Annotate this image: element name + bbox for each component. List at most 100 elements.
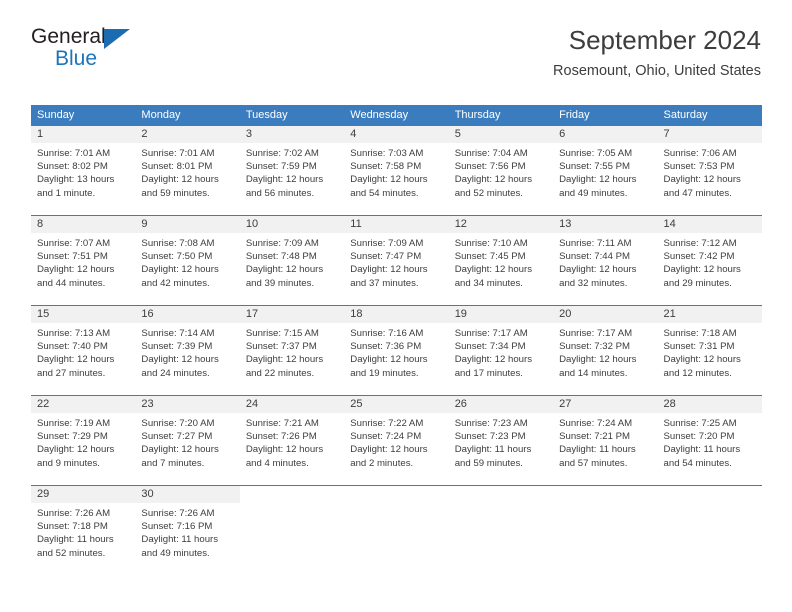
day-cell[interactable]: 30 Sunrise: 7:26 AM Sunset: 7:16 PM Dayl… — [135, 486, 240, 575]
day-number: 25 — [350, 398, 363, 410]
day-number: 8 — [37, 218, 44, 230]
day-cell[interactable]: 22 Sunrise: 7:19 AM Sunset: 7:29 PM Dayl… — [31, 396, 136, 485]
daylight-text-line2: and 29 minutes. — [663, 277, 732, 289]
day-details: Sunrise: 7:09 AM Sunset: 7:47 PM Dayligh… — [344, 233, 448, 290]
day-cell[interactable]: 12 Sunrise: 7:10 AM Sunset: 7:45 PM Dayl… — [448, 216, 554, 305]
logo-triangle-icon — [104, 29, 130, 49]
day-cell[interactable]: 26 Sunrise: 7:23 AM Sunset: 7:23 PM Dayl… — [448, 396, 554, 485]
sunset-text: Sunset: 7:45 PM — [454, 251, 526, 263]
day-details: Sunrise: 7:21 AM Sunset: 7:26 PM Dayligh… — [240, 413, 344, 470]
daylight-text-line2: and 49 minutes. — [141, 547, 210, 559]
day-cell[interactable]: 4 Sunrise: 7:03 AM Sunset: 7:58 PM Dayli… — [344, 126, 449, 215]
day-number: 30 — [141, 488, 154, 500]
day-cell[interactable]: 10 Sunrise: 7:09 AM Sunset: 7:48 PM Dayl… — [239, 216, 345, 305]
day-number-band: 15 — [31, 306, 136, 323]
daylight-text-line2: and 47 minutes. — [663, 187, 732, 199]
sunset-text: Sunset: 7:36 PM — [350, 341, 422, 353]
sunset-text: Sunset: 7:27 PM — [141, 431, 213, 443]
day-cell[interactable]: 25 Sunrise: 7:22 AM Sunset: 7:24 PM Dayl… — [344, 396, 449, 485]
sunset-text: Sunset: 7:40 PM — [37, 341, 108, 353]
day-cell[interactable]: 13 Sunrise: 7:11 AM Sunset: 7:44 PM Dayl… — [553, 216, 658, 305]
daylight-text-line2: and 57 minutes. — [559, 457, 628, 469]
daylight-text-line1: Daylight: 12 hours — [454, 354, 533, 366]
day-details: Sunrise: 7:01 AM Sunset: 8:02 PM Dayligh… — [31, 143, 135, 200]
day-details: Sunrise: 7:13 AM Sunset: 7:40 PM Dayligh… — [31, 323, 135, 380]
day-details: Sunrise: 7:24 AM Sunset: 7:21 PM Dayligh… — [553, 413, 657, 470]
daylight-text-line2: and 44 minutes. — [37, 277, 106, 289]
day-cell[interactable]: 8 Sunrise: 7:07 AM Sunset: 7:51 PM Dayli… — [31, 216, 136, 305]
generalblue-logo[interactable]: General Blue — [31, 26, 141, 72]
day-cell[interactable]: 6 Sunrise: 7:05 AM Sunset: 7:55 PM Dayli… — [553, 126, 658, 215]
day-cell[interactable]: 19 Sunrise: 7:17 AM Sunset: 7:34 PM Dayl… — [448, 306, 554, 395]
sunset-text: Sunset: 7:20 PM — [663, 431, 735, 443]
weekday-header-row: Sunday Monday Tuesday Wednesday Thursday… — [31, 105, 762, 125]
day-cell[interactable]: 16 Sunrise: 7:14 AM Sunset: 7:39 PM Dayl… — [135, 306, 240, 395]
daylight-text-line2: and 54 minutes. — [350, 187, 419, 199]
page-header: General Blue September 2024 Rosemount, O… — [0, 0, 792, 79]
day-cell[interactable]: 24 Sunrise: 7:21 AM Sunset: 7:26 PM Dayl… — [239, 396, 345, 485]
daylight-text-line2: and 4 minutes. — [245, 457, 309, 469]
daylight-text-line1: Daylight: 12 hours — [559, 174, 637, 186]
day-cell[interactable]: 9 Sunrise: 7:08 AM Sunset: 7:50 PM Dayli… — [135, 216, 240, 305]
sunrise-text: Sunrise: 7:02 AM — [245, 148, 319, 159]
sunset-text: Sunset: 7:31 PM — [663, 341, 735, 353]
day-cell[interactable]: 1 Sunrise: 7:01 AM Sunset: 8:02 PM Dayli… — [31, 126, 136, 215]
daylight-text-line1: Daylight: 12 hours — [141, 264, 219, 276]
day-cell[interactable]: 20 Sunrise: 7:17 AM Sunset: 7:32 PM Dayl… — [553, 306, 658, 395]
sunrise-text: Sunrise: 7:22 AM — [350, 418, 424, 429]
sunrise-text: Sunrise: 7:25 AM — [663, 418, 737, 429]
day-number-band: 27 — [553, 396, 658, 413]
sunset-text: Sunset: 7:32 PM — [559, 341, 631, 353]
day-cell[interactable]: 14 Sunrise: 7:12 AM Sunset: 7:42 PM Dayl… — [657, 216, 762, 305]
day-number-band — [553, 486, 658, 503]
daylight-text-line2: and 59 minutes. — [454, 457, 523, 469]
day-number: 11 — [350, 218, 362, 230]
day-cell[interactable]: 29 Sunrise: 7:26 AM Sunset: 7:18 PM Dayl… — [31, 486, 136, 575]
daylight-text-line1: Daylight: 11 hours — [663, 444, 741, 456]
daylight-text-line1: Daylight: 12 hours — [350, 444, 428, 456]
daylight-text-line1: Daylight: 12 hours — [141, 354, 219, 366]
day-cell[interactable]: 7 Sunrise: 7:06 AM Sunset: 7:53 PM Dayli… — [657, 126, 762, 215]
day-details: Sunrise: 7:17 AM Sunset: 7:34 PM Dayligh… — [449, 323, 553, 380]
daylight-text-line1: Daylight: 12 hours — [350, 264, 428, 276]
sunrise-text: Sunrise: 7:21 AM — [245, 418, 319, 429]
day-number: 1 — [37, 128, 44, 140]
sunrise-text: Sunrise: 7:05 AM — [559, 148, 633, 159]
day-cell[interactable]: 23 Sunrise: 7:20 AM Sunset: 7:27 PM Dayl… — [135, 396, 240, 485]
sunrise-text: Sunrise: 7:26 AM — [37, 508, 111, 519]
day-cell[interactable]: 3 Sunrise: 7:02 AM Sunset: 7:59 PM Dayli… — [239, 126, 345, 215]
daylight-text-line1: Daylight: 11 hours — [37, 534, 114, 546]
sunset-text: Sunset: 7:47 PM — [350, 251, 422, 263]
day-cell[interactable]: 2 Sunrise: 7:01 AM Sunset: 8:01 PM Dayli… — [135, 126, 240, 215]
daylight-text-line1: Daylight: 13 hours — [37, 174, 115, 186]
day-number-band: 26 — [448, 396, 554, 413]
day-cell[interactable]: 27 Sunrise: 7:24 AM Sunset: 7:21 PM Dayl… — [553, 396, 658, 485]
daylight-text-line2: and 22 minutes. — [245, 367, 315, 379]
day-number-band: 10 — [239, 216, 345, 233]
day-cell[interactable]: 11 Sunrise: 7:09 AM Sunset: 7:47 PM Dayl… — [344, 216, 449, 305]
sunset-text: Sunset: 7:42 PM — [663, 251, 735, 263]
day-cell[interactable]: 28 Sunrise: 7:25 AM Sunset: 7:20 PM Dayl… — [657, 396, 762, 485]
day-details: Sunrise: 7:26 AM Sunset: 7:18 PM Dayligh… — [31, 503, 135, 560]
sunset-text: Sunset: 7:56 PM — [454, 161, 526, 173]
day-number: 12 — [454, 218, 467, 230]
day-cell[interactable]: 15 Sunrise: 7:13 AM Sunset: 7:40 PM Dayl… — [31, 306, 136, 395]
week-row: 1 Sunrise: 7:01 AM Sunset: 8:02 PM Dayli… — [31, 125, 762, 215]
sunset-text: Sunset: 7:29 PM — [37, 431, 108, 443]
week-row: 22 Sunrise: 7:19 AM Sunset: 7:29 PM Dayl… — [31, 395, 762, 485]
page-title: September 2024 — [568, 25, 761, 55]
daylight-text-line1: Daylight: 12 hours — [37, 264, 115, 276]
daylight-text-line1: Daylight: 12 hours — [37, 444, 115, 456]
day-cell[interactable]: 21 Sunrise: 7:18 AM Sunset: 7:31 PM Dayl… — [657, 306, 762, 395]
weekday-header-friday: Friday — [559, 109, 590, 121]
daylight-text-line2: and 27 minutes. — [37, 367, 106, 379]
daylight-text-line2: and 56 minutes. — [245, 187, 315, 199]
day-cell-empty — [657, 486, 762, 575]
day-number: 22 — [37, 398, 50, 410]
sunrise-text: Sunrise: 7:23 AM — [454, 418, 528, 429]
day-cell[interactable]: 17 Sunrise: 7:15 AM Sunset: 7:37 PM Dayl… — [239, 306, 345, 395]
day-cell[interactable]: 18 Sunrise: 7:16 AM Sunset: 7:36 PM Dayl… — [344, 306, 449, 395]
day-cell[interactable]: 5 Sunrise: 7:04 AM Sunset: 7:56 PM Dayli… — [448, 126, 554, 215]
sunrise-text: Sunrise: 7:13 AM — [37, 328, 111, 339]
day-details: Sunrise: 7:15 AM Sunset: 7:37 PM Dayligh… — [240, 323, 344, 380]
